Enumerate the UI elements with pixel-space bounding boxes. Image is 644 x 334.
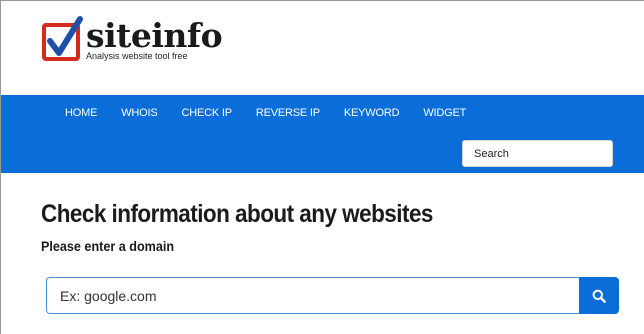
nav-item-home[interactable]: HOME — [65, 104, 97, 122]
site-logo[interactable]: siteinfo Analysis website tool free — [42, 16, 223, 65]
nav-item-whois[interactable]: WHOIS — [121, 104, 157, 122]
search-button[interactable] — [579, 277, 619, 314]
nav-item-reverse-ip[interactable]: REVERSE IP — [256, 104, 320, 122]
page-title: Check information about any websites — [41, 200, 433, 228]
main-navbar: HOME WHOIS CHECK IP REVERSE IP KEYWORD W… — [1, 95, 644, 173]
nav-item-keyword[interactable]: KEYWORD — [344, 104, 400, 122]
page-subtitle: Please enter a domain — [41, 238, 175, 254]
logo-tagline: Analysis website tool free — [86, 51, 188, 61]
domain-input[interactable] — [46, 277, 580, 314]
checkbox-logo-icon — [42, 16, 83, 61]
search-icon — [592, 289, 606, 303]
nav-search-input[interactable] — [462, 140, 613, 167]
nav-item-check-ip[interactable]: CHECK IP — [181, 104, 232, 122]
logo-name: siteinfo — [86, 16, 223, 55]
nav-item-widget[interactable]: WIDGET — [423, 104, 466, 122]
nav-menu: HOME WHOIS CHECK IP REVERSE IP KEYWORD W… — [65, 104, 490, 122]
